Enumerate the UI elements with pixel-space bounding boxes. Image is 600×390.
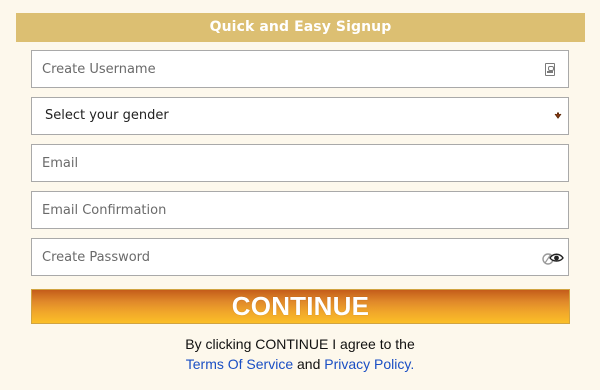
chevron-down-icon	[554, 112, 562, 119]
email-confirmation-input[interactable]	[32, 192, 568, 228]
gender-select[interactable]: Select your gender	[31, 97, 569, 135]
id-card-icon	[545, 63, 555, 76]
email-field[interactable]	[31, 144, 569, 182]
terms-links-line: Terms Of Service and Privacy Policy.	[0, 356, 600, 372]
password-input[interactable]	[32, 239, 568, 275]
username-field[interactable]	[31, 50, 569, 88]
email-input[interactable]	[32, 145, 568, 181]
continue-button[interactable]: CONTINUE	[31, 289, 570, 324]
terms-of-service-link[interactable]: Terms Of Service	[186, 356, 293, 372]
username-input[interactable]	[32, 51, 568, 87]
signup-header: Quick and Easy Signup	[16, 13, 585, 42]
terms-and-text: and	[293, 356, 325, 372]
eye-toggle-icon[interactable]	[541, 250, 565, 266]
privacy-policy-link[interactable]: Privacy Policy.	[324, 356, 414, 372]
email-confirmation-field[interactable]	[31, 191, 569, 229]
terms-notice: By clicking CONTINUE I agree to the	[185, 336, 415, 352]
gender-select-value[interactable]: Select your gender	[32, 98, 568, 134]
password-field[interactable]	[31, 238, 569, 276]
signup-panel: Quick and Easy Signup Select your gender…	[0, 0, 600, 390]
